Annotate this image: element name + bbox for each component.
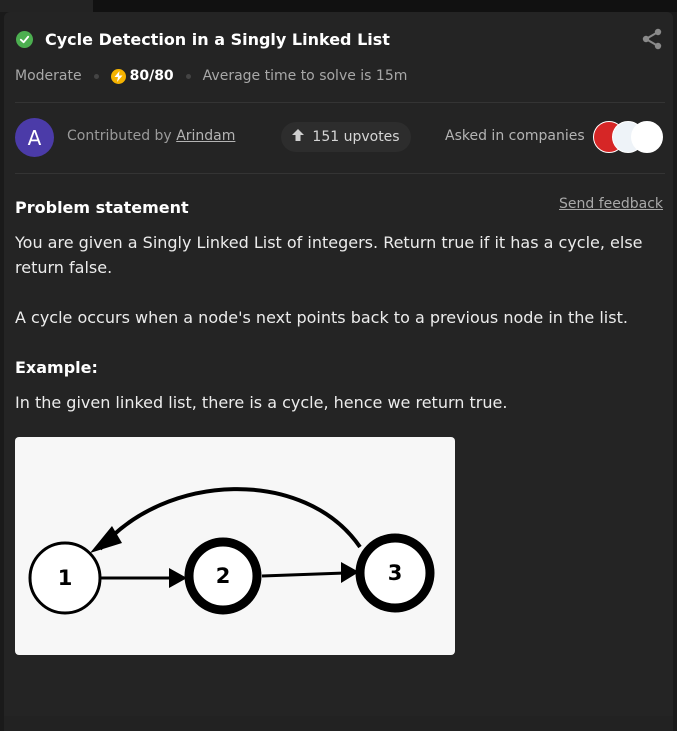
send-feedback-link[interactable]: Send feedback [559,196,663,212]
node-3-label: 3 [388,561,403,585]
node-2: 2 [184,537,262,615]
node-3: 3 [355,533,435,613]
upvote-count: 151 upvotes [312,129,400,145]
contributor-row: A Contributed by Arindam 151 upvotes Ask… [15,118,665,158]
cycle-diagram-svg: 1 2 3 [28,487,435,615]
example-heading: Example: [15,358,98,377]
upvote-button[interactable]: 151 upvotes [281,122,411,152]
divider [15,102,665,103]
statement-paragraph-2: A cycle occurs when a node's next points… [15,308,628,327]
node-2-label: 2 [216,564,231,588]
upvote-arrow-icon [292,129,305,145]
contributor-text: Contributed by Arindam [67,128,235,144]
score-value: 80/80 [129,68,174,84]
problem-title-row: Cycle Detection in a Singly Linked List [16,28,390,50]
node-1-label: 1 [58,566,73,590]
company-logos[interactable] [593,121,665,155]
avatar: A [15,118,54,157]
problem-title: Cycle Detection in a Singly Linked List [45,29,390,49]
node-1: 1 [28,541,102,615]
share-icon[interactable] [640,28,664,50]
problem-meta: Moderate 80/80 Average time to solve is … [15,66,407,86]
separator-dot [93,73,99,79]
divider [15,173,665,174]
contributor-prefix: Contributed by [67,128,172,144]
edge-1-2-arrowhead [169,568,187,588]
average-time: Average time to solve is 15m [202,68,408,84]
companies-label: Asked in companies [445,128,585,144]
panel-bottom-edge [4,716,673,731]
difficulty-label: Moderate [15,68,82,84]
bolt-icon [110,68,126,84]
linked-list-diagram: 1 2 3 [15,437,455,655]
active-tab[interactable] [0,0,93,12]
check-icon [16,30,33,48]
statement-paragraph-1: You are given a Singly Linked List of in… [15,233,643,277]
problem-statement-heading: Problem statement [15,198,189,217]
separator-dot [185,73,191,79]
edge-2-3 [261,571,346,578]
company-logo-3[interactable] [631,121,663,153]
contributor-link[interactable]: Arindam [176,128,235,144]
top-tab-bar [0,0,677,12]
example-text: In the given linked list, there is a cyc… [15,393,508,412]
